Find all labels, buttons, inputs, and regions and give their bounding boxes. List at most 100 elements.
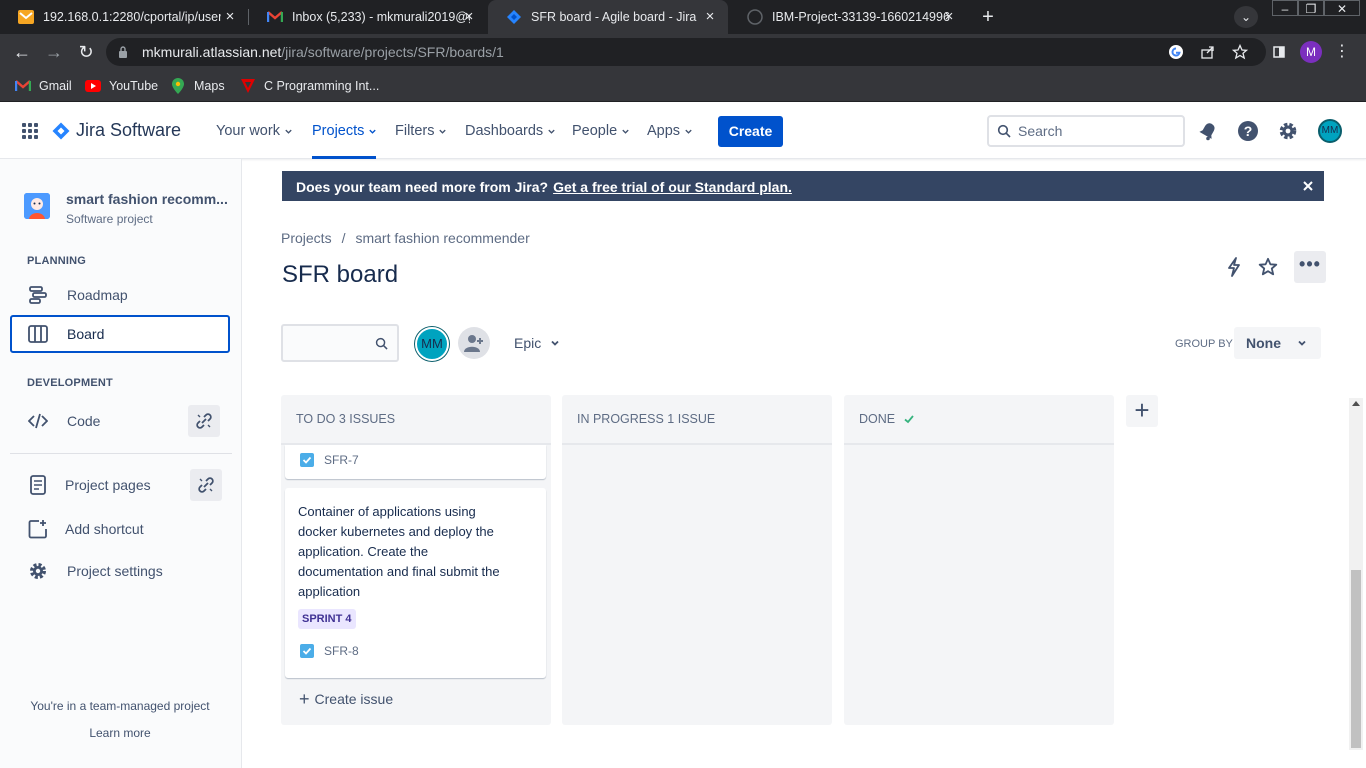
create-issue-button[interactable]: + Create issue xyxy=(299,689,393,709)
breadcrumb-project[interactable]: smart fashion recommender xyxy=(355,230,529,246)
close-tab-icon[interactable]: × xyxy=(461,9,477,25)
sidebar-divider xyxy=(10,453,232,454)
browser-tab-active[interactable]: SFR board - Agile board - Jira × xyxy=(488,0,728,34)
add-column-button[interactable]: + xyxy=(1126,395,1158,427)
reload-icon[interactable]: ↻ xyxy=(75,42,97,62)
epic-label: Epic xyxy=(514,335,542,351)
project-name[interactable]: smart fashion recomm... xyxy=(66,191,228,207)
scroll-up-arrow-icon[interactable] xyxy=(1352,401,1360,406)
bookmark-gmail[interactable]: Gmail xyxy=(15,77,72,95)
close-tab-icon[interactable]: × xyxy=(702,9,718,25)
profile-avatar[interactable]: M xyxy=(1300,41,1322,63)
close-window-icon[interactable]: ✕ xyxy=(1324,0,1360,16)
jira-logo[interactable]: Jira Software xyxy=(52,120,181,141)
minimize-window-icon[interactable]: – xyxy=(1272,0,1298,16)
google-icon[interactable] xyxy=(1168,44,1184,60)
sidebar-item-project-settings[interactable]: Project settings xyxy=(10,552,230,590)
browser-tab[interactable]: IBM-Project-33139-1660214996/ × xyxy=(729,0,967,34)
sidebar-item-add-shortcut[interactable]: Add shortcut xyxy=(10,510,230,548)
browser-tab[interactable]: 192.168.0.1:2280/cportal/ip/user_ × xyxy=(0,0,248,34)
sidebar-item-label: Board xyxy=(67,326,105,342)
project-sidebar: smart fashion recomm... Software project… xyxy=(0,159,242,768)
nav-dashboards[interactable]: Dashboards xyxy=(465,123,556,139)
tab-search-icon[interactable]: ⌄ xyxy=(1234,6,1258,28)
tab-title: Inbox (5,233) - mkmurali2019@g xyxy=(292,10,470,24)
chevron-down-icon xyxy=(551,340,559,346)
group-by-select[interactable]: None xyxy=(1234,327,1321,359)
epic-filter-dropdown[interactable]: Epic xyxy=(514,335,560,351)
issue-key-text: SFR-8 xyxy=(324,644,359,658)
nav-projects[interactable]: Projects xyxy=(312,123,377,139)
settings-gear-icon[interactable] xyxy=(1277,120,1299,142)
assignee-filter-avatar[interactable]: MM xyxy=(415,327,449,361)
sidebar-item-board[interactable]: Board xyxy=(10,315,230,353)
page-scrollbar[interactable] xyxy=(1349,398,1363,750)
bookmark-label: Gmail xyxy=(39,79,72,93)
issue-summary: Container of applications using docker k… xyxy=(298,504,500,599)
close-tab-icon[interactable]: × xyxy=(941,9,957,25)
automation-lightning-icon[interactable] xyxy=(1223,256,1245,278)
chevron-down-icon xyxy=(685,129,692,134)
banner-trial-link[interactable]: Get a free trial of our Standard plan. xyxy=(553,179,792,195)
chevron-down-icon xyxy=(285,129,292,134)
external-link-icon[interactable] xyxy=(190,469,222,501)
column-title: TO DO 3 ISSUES xyxy=(296,412,396,426)
nav-apps[interactable]: Apps xyxy=(647,123,693,139)
planning-heading: PLANNING xyxy=(27,255,87,267)
create-button[interactable]: Create xyxy=(718,116,783,147)
chrome-menu-icon[interactable]: ⋮ xyxy=(1334,42,1350,62)
bookmark-c-programming[interactable]: C Programming Int... xyxy=(240,77,379,95)
roadmap-icon xyxy=(28,285,48,305)
column-divider xyxy=(844,443,1114,445)
help-icon[interactable]: ? xyxy=(1237,120,1259,142)
browser-tab[interactable]: Inbox (5,233) - mkmurali2019@g × xyxy=(249,0,487,34)
gear-icon xyxy=(28,561,48,581)
done-check-icon xyxy=(904,415,914,424)
board-icon xyxy=(28,324,48,344)
column-header: IN PROGRESS 1 ISSUE xyxy=(577,412,715,426)
share-icon[interactable] xyxy=(1200,44,1216,60)
sidebar-item-roadmap[interactable]: Roadmap xyxy=(10,276,230,314)
restore-window-icon[interactable]: ❐ xyxy=(1298,0,1324,16)
close-tab-icon[interactable]: × xyxy=(222,9,238,25)
board-search-input[interactable] xyxy=(281,324,399,362)
search-input[interactable]: Search xyxy=(987,115,1185,147)
project-pages-icon xyxy=(28,475,48,495)
page-title: SFR board xyxy=(282,261,399,288)
nav-filters[interactable]: Filters xyxy=(395,123,447,139)
sidepanel-icon[interactable] xyxy=(1273,46,1285,58)
external-link-icon[interactable] xyxy=(188,405,220,437)
plus-icon: + xyxy=(299,689,310,709)
address-bar[interactable]: mkmurali.atlassian.net/jira/software/pro… xyxy=(106,38,1266,66)
bookmark-youtube[interactable]: YouTube xyxy=(85,77,158,95)
issue-card[interactable]: Container of applications using docker k… xyxy=(285,488,546,678)
bookmark-star-icon[interactable] xyxy=(1232,44,1248,60)
gmail-icon xyxy=(267,9,283,25)
group-by-label: GROUP BY xyxy=(1175,338,1233,350)
app-switcher-icon[interactable] xyxy=(22,123,38,139)
bookmark-maps[interactable]: Maps xyxy=(170,77,225,95)
column-divider xyxy=(562,443,832,445)
forward-arrow-icon[interactable]: → xyxy=(43,42,65,62)
new-tab-button[interactable]: + xyxy=(977,6,999,28)
add-people-button[interactable] xyxy=(458,327,490,359)
back-arrow-icon[interactable]: ← xyxy=(11,42,33,62)
board-column-todo: TO DO 3 ISSUES SFR-7 Container of applic… xyxy=(281,395,551,725)
scrollbar-thumb[interactable] xyxy=(1351,570,1361,748)
issue-card[interactable]: SFR-7 xyxy=(285,445,546,479)
nav-people[interactable]: People xyxy=(572,123,630,139)
close-icon[interactable] xyxy=(1302,180,1314,192)
add-shortcut-icon xyxy=(28,519,48,539)
chevron-down-icon xyxy=(369,129,377,134)
tab-title: IBM-Project-33139-1660214996/ xyxy=(772,10,950,24)
star-icon[interactable] xyxy=(1257,256,1279,278)
notifications-icon[interactable] xyxy=(1197,120,1219,142)
chevron-down-icon xyxy=(1298,340,1306,346)
breadcrumb-projects[interactable]: Projects xyxy=(281,230,332,246)
user-avatar[interactable]: MM xyxy=(1318,119,1342,143)
learn-more-link[interactable]: Learn more xyxy=(0,726,240,740)
more-actions-button[interactable]: ••• xyxy=(1294,251,1326,283)
nav-your-work[interactable]: Your work xyxy=(216,123,293,139)
nav-label: Dashboards xyxy=(465,123,544,139)
jira-top-nav: Jira Software Your work Projects Filters… xyxy=(0,103,1366,159)
